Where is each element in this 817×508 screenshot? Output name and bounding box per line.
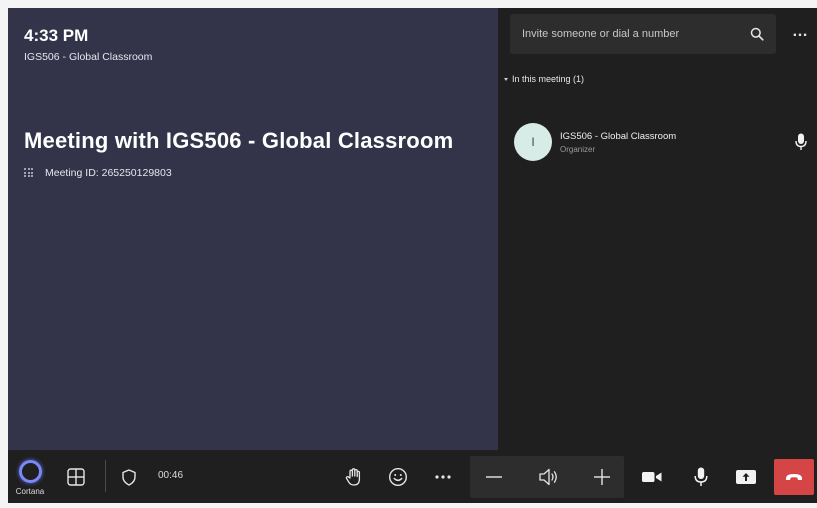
- share-screen-button[interactable]: [732, 464, 760, 490]
- speaker-button[interactable]: [536, 465, 562, 489]
- layout-button[interactable]: [64, 465, 88, 489]
- section-label: In this meeting (1): [512, 74, 585, 84]
- in-meeting-section-header[interactable]: In this meeting (1): [504, 74, 584, 84]
- reactions-button[interactable]: [385, 464, 411, 490]
- participant-role: Organizer: [560, 144, 596, 154]
- participant-name: IGS506 - Global Classroom: [560, 130, 677, 142]
- meeting-id: Meeting ID: 265250129803: [45, 167, 172, 179]
- speaker-icon: [539, 468, 557, 486]
- raise-hand-button[interactable]: [341, 464, 367, 490]
- meeting-stage: 4:33 PM IGS506 - Global Classroom Meetin…: [8, 8, 498, 450]
- avatar: I: [514, 123, 552, 161]
- invite-input[interactable]: Invite someone or dial a number: [510, 14, 776, 54]
- volume-up-button[interactable]: [590, 465, 614, 489]
- search-icon[interactable]: [750, 27, 764, 41]
- shield-icon: [122, 468, 136, 486]
- meeting-id-row: Meeting ID: 265250129803: [24, 167, 172, 179]
- more-options-button[interactable]: …: [790, 24, 810, 45]
- teams-call-window: 4:33 PM IGS506 - Global Classroom Meetin…: [8, 8, 817, 503]
- grid-icon: [67, 468, 85, 486]
- toolbar-divider: [105, 460, 106, 492]
- mic-icon: [793, 132, 809, 152]
- volume-controls: [470, 456, 624, 498]
- hang-up-button[interactable]: [774, 459, 814, 495]
- volume-down-button[interactable]: [482, 465, 506, 489]
- mute-button[interactable]: [688, 463, 714, 491]
- participant-row[interactable]: I IGS506 - Global Classroom Organizer: [514, 120, 809, 164]
- hang-up-icon: [786, 474, 802, 480]
- cortana-label: Cortana: [15, 486, 45, 496]
- raise-hand-icon: [345, 468, 361, 486]
- participant-text: IGS506 - Global Classroom Organizer: [560, 131, 793, 154]
- cortana-button[interactable]: Cortana: [8, 452, 52, 503]
- dialpad-icon: [24, 168, 33, 178]
- call-toolbar: Cortana 00:46: [8, 450, 817, 503]
- camera-icon: [642, 472, 662, 482]
- security-button[interactable]: [118, 465, 140, 489]
- cortana-icon: [18, 459, 42, 483]
- more-actions-button[interactable]: [430, 464, 456, 490]
- more-icon: [435, 475, 451, 479]
- participants-panel: Invite someone or dial a number … In thi…: [498, 8, 817, 450]
- emoji-icon: [388, 467, 408, 487]
- clock: 4:33 PM: [24, 26, 89, 45]
- volume-up-icon: [594, 469, 610, 485]
- camera-button[interactable]: [639, 464, 665, 490]
- call-timer: 00:46: [158, 470, 184, 481]
- meeting-title: Meeting with IGS506 - Global Classroom: [24, 128, 454, 153]
- invite-placeholder: Invite someone or dial a number: [522, 28, 680, 40]
- mic-icon: [694, 467, 708, 486]
- share-screen-icon: [736, 470, 756, 484]
- volume-down-icon: [486, 476, 502, 478]
- clock-subtitle: IGS506 - Global Classroom: [24, 51, 153, 63]
- collapse-caret-icon: [504, 77, 508, 81]
